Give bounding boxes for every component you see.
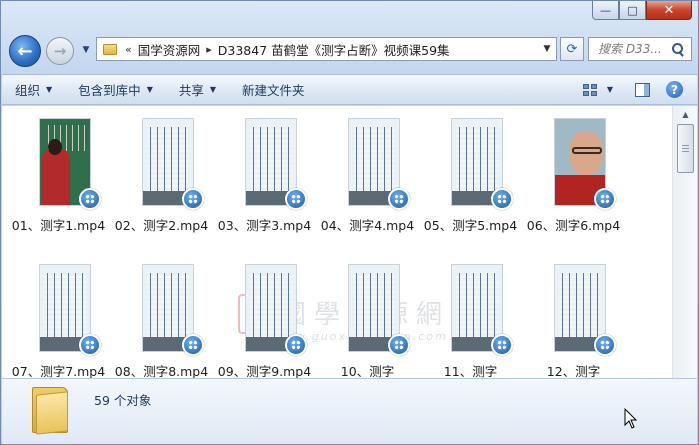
- explorer-window: — □ ✕ ← → ▼ « 国学资源网 ▸ D33847 苗鹤堂《测字占断》视频…: [0, 0, 699, 445]
- details-pane: 59 个对象: [2, 378, 697, 444]
- view-options-icon[interactable]: [582, 83, 597, 96]
- address-bar[interactable]: « 国学资源网 ▸ D33847 苗鹤堂《测字占断》视频课59集 ▼: [96, 37, 557, 61]
- folder-icon: [103, 43, 117, 55]
- file-name: 12、测字: [546, 364, 601, 378]
- minimize-button[interactable]: —: [592, 1, 619, 20]
- file-item[interactable]: 06、测字6.mp4: [522, 110, 625, 240]
- address-dropdown[interactable]: ▼: [538, 44, 556, 54]
- media-player-icon: [491, 334, 513, 356]
- file-item[interactable]: 01、测字1.mp4: [7, 110, 110, 240]
- new-folder-label: 新建文件夹: [242, 83, 305, 98]
- file-item[interactable]: 07、测字7.mp4: [7, 256, 110, 378]
- help-icon[interactable]: ?: [666, 81, 683, 98]
- media-player-icon: [594, 334, 616, 356]
- file-item[interactable]: 12、测字: [522, 256, 625, 378]
- recent-pages-dropdown[interactable]: ▼: [79, 45, 93, 57]
- file-name: 11、测字: [443, 364, 498, 378]
- maximize-button[interactable]: □: [619, 1, 646, 20]
- include-in-library-label: 包含到库中: [78, 83, 141, 98]
- organize-label: 组织: [15, 83, 41, 98]
- media-player-icon: [594, 188, 616, 210]
- media-player-icon: [79, 334, 101, 356]
- include-in-library-menu[interactable]: 包含到库中 ▼: [65, 75, 166, 104]
- file-item[interactable]: 08、测字8.mp4: [110, 256, 213, 378]
- file-name: 08、测字8.mp4: [114, 364, 209, 378]
- media-player-icon: [388, 188, 410, 210]
- file-name: 04、测字4.mp4: [320, 218, 415, 233]
- share-menu[interactable]: 共享 ▼: [166, 75, 229, 104]
- forward-button[interactable]: →: [46, 37, 74, 65]
- file-name: 07、测字7.mp4: [11, 364, 106, 378]
- breadcrumb-item-root[interactable]: 国学资源网: [138, 40, 201, 59]
- arrow-left-icon: ←: [17, 40, 33, 62]
- media-player-icon: [182, 334, 204, 356]
- chevron-down-icon: ▼: [46, 85, 53, 94]
- search-icon[interactable]: [672, 43, 684, 55]
- media-player-icon: [491, 188, 513, 210]
- file-item[interactable]: 02、测字2.mp4: [110, 110, 213, 240]
- media-player-icon: [285, 188, 307, 210]
- organize-menu[interactable]: 组织 ▼: [2, 75, 65, 104]
- command-bar: 组织 ▼ 包含到库中 ▼ 共享 ▼ 新建文件夹 ▼ ?: [2, 74, 697, 105]
- file-name: 06、测字6.mp4: [526, 218, 621, 233]
- chevron-down-icon: ▼: [209, 85, 217, 94]
- file-item[interactable]: 04、测字4.mp4: [316, 110, 419, 240]
- search-input[interactable]: [598, 42, 672, 56]
- refresh-icon: ⟳: [566, 41, 578, 57]
- view-controls: ▼ ?: [582, 81, 697, 98]
- file-name: 09、测字9.mp4: [217, 364, 312, 378]
- refresh-button[interactable]: ⟳: [560, 37, 584, 61]
- file-item[interactable]: 03、测字3.mp4: [213, 110, 316, 240]
- breadcrumb-separator-icon[interactable]: ▸: [206, 43, 212, 56]
- share-label: 共享: [178, 83, 204, 98]
- search-box[interactable]: [588, 37, 692, 61]
- view-dropdown-icon[interactable]: ▼: [607, 85, 613, 94]
- item-count: 59 个对象: [94, 393, 152, 408]
- file-item[interactable]: 09、测字9.mp4: [213, 256, 316, 378]
- file-name: 01、测字1.mp4: [11, 218, 106, 233]
- chevron-down-icon: ▼: [146, 85, 153, 94]
- folder-icon: [32, 387, 68, 435]
- media-player-icon: [388, 334, 410, 356]
- caption-buttons: — □ ✕: [592, 1, 692, 20]
- close-button[interactable]: ✕: [646, 1, 692, 20]
- file-name: 03、测字3.mp4: [217, 218, 312, 233]
- file-name: 05、测字5.mp4: [423, 218, 518, 233]
- file-list: 德 國學資源網 www.guoxueziyuan.com 01、测字1.mp40…: [2, 106, 672, 378]
- file-item[interactable]: 05、测字5.mp4: [419, 110, 522, 240]
- breadcrumb-overflow[interactable]: «: [125, 43, 132, 56]
- preview-pane-icon[interactable]: [635, 82, 650, 97]
- media-player-icon: [182, 188, 204, 210]
- file-name: 02、测字2.mp4: [114, 218, 209, 233]
- scrollbar-thumb[interactable]: [677, 124, 694, 173]
- file-item[interactable]: 11、测字: [419, 256, 522, 378]
- new-folder-button[interactable]: 新建文件夹: [229, 75, 318, 104]
- file-name: 10、测字: [340, 364, 395, 378]
- vertical-scrollbar[interactable]: ▲: [672, 106, 697, 378]
- back-button[interactable]: ←: [9, 35, 41, 67]
- scroll-up-icon[interactable]: ▲: [676, 106, 695, 123]
- breadcrumb-item-current[interactable]: D33847 苗鹤堂《测字占断》视频课59集: [218, 40, 450, 59]
- media-player-icon: [79, 188, 101, 210]
- arrow-right-icon: →: [53, 42, 67, 60]
- media-player-icon: [285, 334, 307, 356]
- file-item[interactable]: 10、测字: [316, 256, 419, 378]
